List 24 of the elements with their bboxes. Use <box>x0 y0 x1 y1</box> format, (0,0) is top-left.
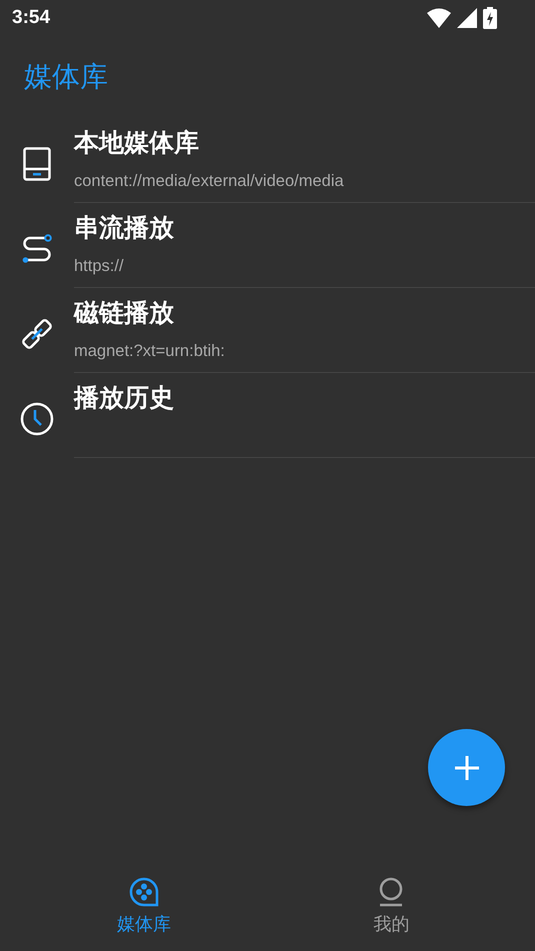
item-title: 播放历史 <box>74 383 175 413</box>
wifi-icon <box>427 8 451 28</box>
nav-tab[interactable]: 我的 <box>268 870 515 951</box>
tablet-icon <box>23 146 51 180</box>
list-item[interactable]: 播放历史 <box>0 373 535 458</box>
route-icon <box>21 234 53 264</box>
item-title: 串流播放 <box>74 213 175 243</box>
link-icon <box>20 316 54 350</box>
item-title: 本地媒体库 <box>74 128 200 158</box>
page-title: 媒体库 <box>24 59 108 95</box>
clock-icon <box>20 402 54 436</box>
battery-icon <box>483 7 497 29</box>
nav-tab[interactable]: 媒体库 <box>20 870 268 951</box>
status-time: 3:54 <box>12 7 50 29</box>
item-title: 磁链播放 <box>74 298 175 328</box>
item-subtitle: content://media/external/video/media <box>74 172 345 191</box>
plus-icon <box>454 754 480 780</box>
signal-icon <box>457 8 477 28</box>
list-item[interactable]: 串流播放 https:// <box>0 203 535 288</box>
film-reel-icon <box>128 876 160 908</box>
list-item[interactable]: 本地媒体库 content://media/external/video/media <box>0 118 535 203</box>
item-subtitle: magnet:?xt=urn:btih: <box>74 342 226 361</box>
list-item[interactable]: 磁链播放 magnet:?xt=urn:btih: <box>0 288 535 373</box>
item-subtitle: https:// <box>74 257 125 276</box>
